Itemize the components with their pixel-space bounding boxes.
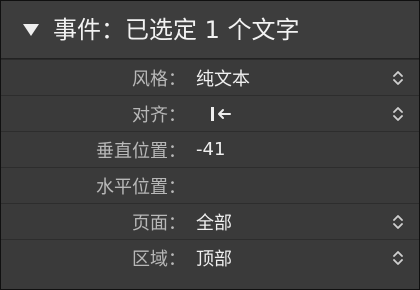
property-row-page[interactable]: 页面： 全部 <box>1 203 419 239</box>
alignment-stepper-icon[interactable] <box>393 105 403 123</box>
property-row-vertical-position[interactable]: 垂直位置： -41 <box>1 131 419 167</box>
vertical-position-label: 垂直位置： <box>96 140 186 162</box>
property-row-alignment[interactable]: 对齐： <box>1 95 419 131</box>
event-inspector-panel: 事件：已选定 1 个文字 风格： 纯文本 对齐： 垂直位置： -41 水平位置：… <box>0 0 420 290</box>
property-row-horizontal-position[interactable]: 水平位置： <box>1 167 419 203</box>
page-label: 页面： <box>132 212 186 234</box>
area-value[interactable]: 顶部 <box>186 245 232 271</box>
horizontal-position-label: 水平位置： <box>96 176 186 198</box>
property-row-area[interactable]: 区域： 顶部 <box>1 239 419 275</box>
style-stepper-icon[interactable] <box>393 69 403 87</box>
style-value[interactable]: 纯文本 <box>186 65 250 91</box>
style-label: 风格： <box>132 68 186 90</box>
property-row-style[interactable]: 风格： 纯文本 <box>1 59 419 95</box>
property-list: 风格： 纯文本 对齐： 垂直位置： -41 水平位置： 页面： 全部 区域： 顶… <box>1 59 419 289</box>
panel-title: 事件：已选定 1 个文字 <box>53 15 300 44</box>
area-label: 区域： <box>132 248 186 270</box>
page-value[interactable]: 全部 <box>186 209 232 235</box>
disclosure-triangle-icon[interactable] <box>23 23 39 36</box>
align-left-icon[interactable] <box>210 105 234 123</box>
alignment-label: 对齐： <box>132 104 186 126</box>
area-stepper-icon[interactable] <box>393 249 403 267</box>
vertical-position-value[interactable]: -41 <box>186 139 225 160</box>
panel-header[interactable]: 事件：已选定 1 个文字 <box>1 1 419 59</box>
page-stepper-icon[interactable] <box>393 213 403 231</box>
